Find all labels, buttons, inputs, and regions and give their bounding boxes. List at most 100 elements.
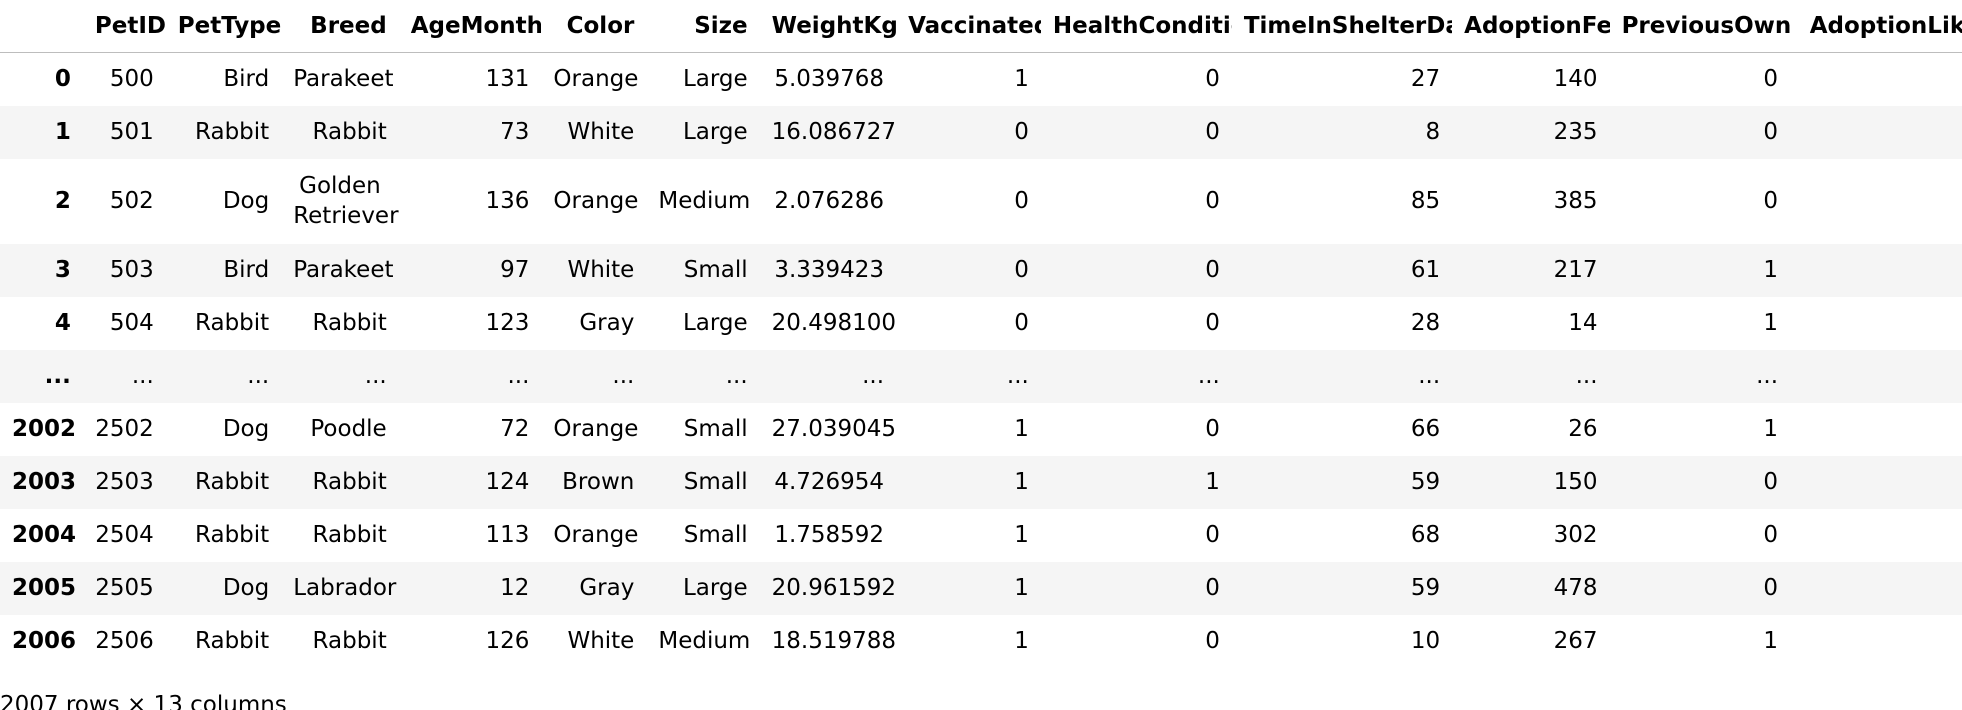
table-cell: 1: [1014, 66, 1029, 93]
table-cell: [1790, 53, 1962, 106]
table-cell: Orange: [553, 416, 639, 442]
table-cell: Rabbit: [195, 119, 270, 145]
table-cell: ...: [507, 363, 530, 389]
row-index: 4: [54, 310, 71, 336]
table-row: 2006 2506 Rabbit Rabbit 126 White Medium 18.519…: [0, 615, 1962, 668]
table-cell: Orange: [553, 66, 639, 93]
table-cell: [1790, 615, 1962, 668]
table-cell: Poodle: [310, 416, 387, 442]
table-cell: 1: [1014, 469, 1029, 495]
header-index: [0, 0, 83, 53]
header-vaccinated: Vaccinated: [896, 0, 1041, 53]
row-index: ...: [44, 363, 71, 389]
table-cell: White: [567, 628, 635, 654]
table-cell: 504: [109, 310, 154, 336]
table-cell: 478: [1553, 575, 1598, 601]
row-index: 2: [54, 188, 71, 214]
table-cell: [1790, 403, 1962, 456]
table-cell: Parakeet: [293, 66, 394, 93]
table-cell: 1: [1014, 416, 1029, 442]
table-cell: 61: [1410, 257, 1441, 283]
table-cell: Large: [682, 66, 748, 93]
table-cell: 0: [1205, 575, 1220, 601]
row-index: 3: [54, 257, 71, 283]
header-size: Size: [646, 0, 760, 53]
table-cell: [1790, 244, 1962, 297]
table-cell: 267: [1553, 628, 1598, 654]
table-cell: [1790, 297, 1962, 350]
header-row: PetIDPetTypeBreedAgeMonthsColorSizeWeigh…: [0, 0, 1962, 53]
table-cell: Gray: [579, 575, 635, 601]
table-cell: ...: [364, 363, 387, 389]
header-adoptionlikel: AdoptionLikel: [1790, 0, 1962, 53]
header-petid: PetID: [82, 0, 166, 53]
table-cell: 0: [1763, 469, 1779, 495]
table-cell: 0: [1205, 628, 1220, 654]
table-cell: Large: [682, 575, 748, 601]
table-cell: Rabbit: [312, 469, 387, 495]
row-index: 2004: [12, 522, 77, 548]
table-cell: Rabbit: [195, 628, 270, 654]
table-cell: 72: [500, 416, 530, 442]
table-cell: 113: [485, 522, 530, 548]
table-cell: 1.758592: [774, 522, 885, 548]
table-cell: [1790, 350, 1962, 403]
table-cell: 0: [1763, 66, 1779, 93]
table-cell: Golden Retriever: [293, 173, 399, 229]
table-cell: 1: [1763, 416, 1779, 442]
table-cell: 8: [1425, 119, 1441, 145]
table-cell: 503: [109, 257, 154, 283]
table-body: 0 500 Bird Parakeet 131 Orange Large 5.039768 1 0…: [0, 53, 1962, 668]
table-cell: ...: [862, 363, 885, 389]
table-cell: ...: [725, 363, 748, 389]
table-cell: [1790, 159, 1962, 244]
table-cell: ...: [131, 363, 154, 389]
table-cell: Small: [683, 416, 748, 442]
table-cell: ...: [1756, 363, 1779, 389]
table-cell: ...: [1575, 363, 1598, 389]
table-cell: [1790, 509, 1962, 562]
table-cell: 2505: [95, 575, 154, 601]
header-breed: Breed: [281, 0, 399, 53]
table-cell: 0: [1763, 575, 1779, 601]
row-index: 0: [54, 66, 71, 93]
header-pettype: PetType: [165, 0, 282, 53]
dataframe-table: PetIDPetTypeBreedAgeMonthsColorSizeWeigh…: [0, 0, 1962, 668]
table-cell: Dog: [222, 188, 270, 214]
table-cell: 0: [1205, 310, 1220, 336]
header-timeinshelterdays: TimeInShelterDays: [1231, 0, 1453, 53]
table-cell: 85: [1410, 188, 1441, 214]
table-cell: Gray: [579, 310, 635, 336]
table-cell: 385: [1553, 188, 1598, 214]
table-cell: 131: [485, 66, 530, 93]
table-cell: 3.339423: [774, 257, 885, 283]
table-cell: 217: [1553, 257, 1598, 283]
table-cell: 1: [1014, 522, 1029, 548]
table-cell: 4.726954: [774, 469, 885, 495]
table-cell: 2506: [95, 628, 154, 654]
table-cell: 5.039768: [774, 66, 885, 93]
dataframe-shape-text: 2007 rows × 13 columns: [0, 692, 287, 710]
table-cell: Dog: [222, 416, 270, 442]
table-row: 0 500 Bird Parakeet 131 Orange Large 5.039768 1 0…: [0, 53, 1962, 106]
header-healthcondition: HealthCondition: [1040, 0, 1232, 53]
table-cell: 0: [1014, 310, 1029, 336]
table-cell: 2504: [95, 522, 154, 548]
table-cell: Small: [683, 469, 748, 495]
table-cell: Labrador: [293, 575, 397, 601]
table-cell: 0: [1763, 188, 1779, 214]
row-index: 2005: [12, 575, 77, 601]
table-row: 2 502 Dog Golden Retriever 136 Orange Medium 2.…: [0, 159, 1962, 244]
table-cell: Small: [683, 257, 748, 283]
table-cell: 59: [1410, 469, 1441, 495]
table-cell: [1790, 106, 1962, 159]
table-cell: Orange: [553, 522, 639, 548]
table-cell: 1: [1014, 575, 1029, 601]
table-cell: 0: [1205, 416, 1220, 442]
table-cell: Large: [682, 119, 748, 145]
table-cell: 123: [485, 310, 530, 336]
table-cell: 2.076286: [774, 188, 885, 214]
table-cell: 0: [1205, 522, 1220, 548]
table-cell: 302: [1553, 522, 1598, 548]
row-index: 2003: [12, 469, 77, 495]
